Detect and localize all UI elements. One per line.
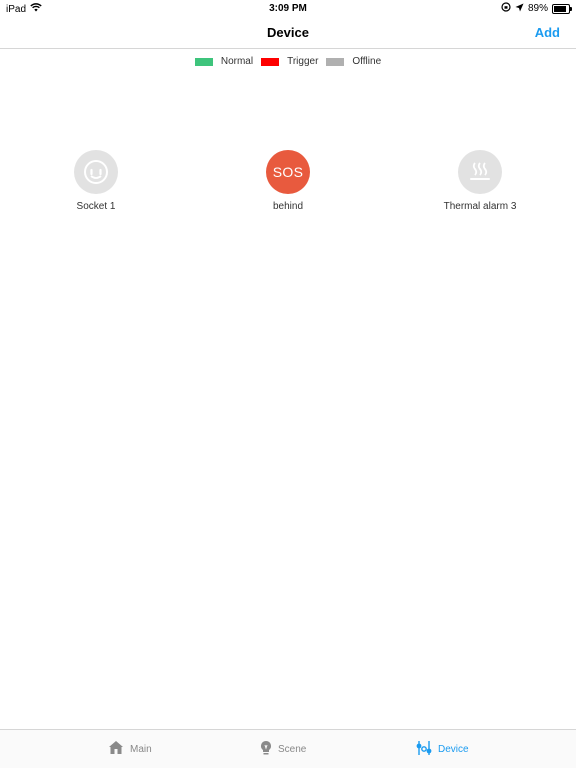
sos-badge: SOS — [272, 164, 304, 180]
device-label: behind — [272, 201, 304, 212]
legend-item-trigger: Trigger — [261, 56, 318, 67]
sliders-icon — [416, 740, 432, 759]
battery-fill — [554, 5, 567, 12]
page-title: Device — [267, 25, 309, 40]
location-icon — [515, 3, 524, 15]
battery-percent: 89% — [527, 3, 548, 14]
tab-label: Device — [438, 744, 469, 755]
legend-swatch-trigger — [261, 57, 280, 66]
device-socket-1[interactable]: Socket 1 — [36, 150, 156, 212]
rotation-lock-icon — [501, 2, 511, 15]
tab-scene[interactable]: Scene — [260, 740, 306, 759]
device-label: Thermal alarm 3 — [443, 201, 517, 212]
socket-icon — [74, 150, 118, 194]
tab-label: Scene — [278, 744, 307, 755]
heat-icon — [458, 150, 502, 194]
home-icon — [108, 740, 124, 758]
tab-device[interactable]: Device — [416, 740, 469, 759]
device-thermal-alarm-3[interactable]: Thermal alarm 3 — [420, 150, 540, 212]
legend-swatch-normal — [194, 57, 213, 66]
lightbulb-icon — [260, 740, 272, 759]
navigation-bar: Device Add — [0, 16, 576, 49]
legend-label: Trigger — [287, 56, 319, 67]
tab-bar: Main Scene Device — [0, 729, 576, 768]
add-button[interactable]: Add — [535, 25, 560, 40]
legend-item-normal: Normal — [194, 56, 254, 67]
status-legend: Normal Trigger Offline — [0, 56, 576, 67]
device-behind[interactable]: SOS behind — [228, 150, 348, 212]
device-label: Socket 1 — [76, 201, 116, 212]
status-right: 89% — [501, 2, 572, 15]
legend-item-offline: Offline — [326, 56, 381, 67]
legend-swatch-offline — [326, 57, 345, 66]
legend-label: Normal — [220, 56, 254, 67]
sos-icon: SOS — [266, 150, 310, 194]
status-time: 3:09 PM — [269, 3, 307, 14]
tab-main[interactable]: Main — [108, 740, 152, 758]
status-bar: iPad 3:09 PM 89% — [0, 0, 576, 16]
legend-label: Offline — [352, 56, 382, 67]
tab-label: Main — [130, 743, 152, 755]
battery-icon — [552, 3, 572, 14]
device-grid: Socket 1 SOS behind Thermal alarm 3 — [0, 150, 576, 220]
